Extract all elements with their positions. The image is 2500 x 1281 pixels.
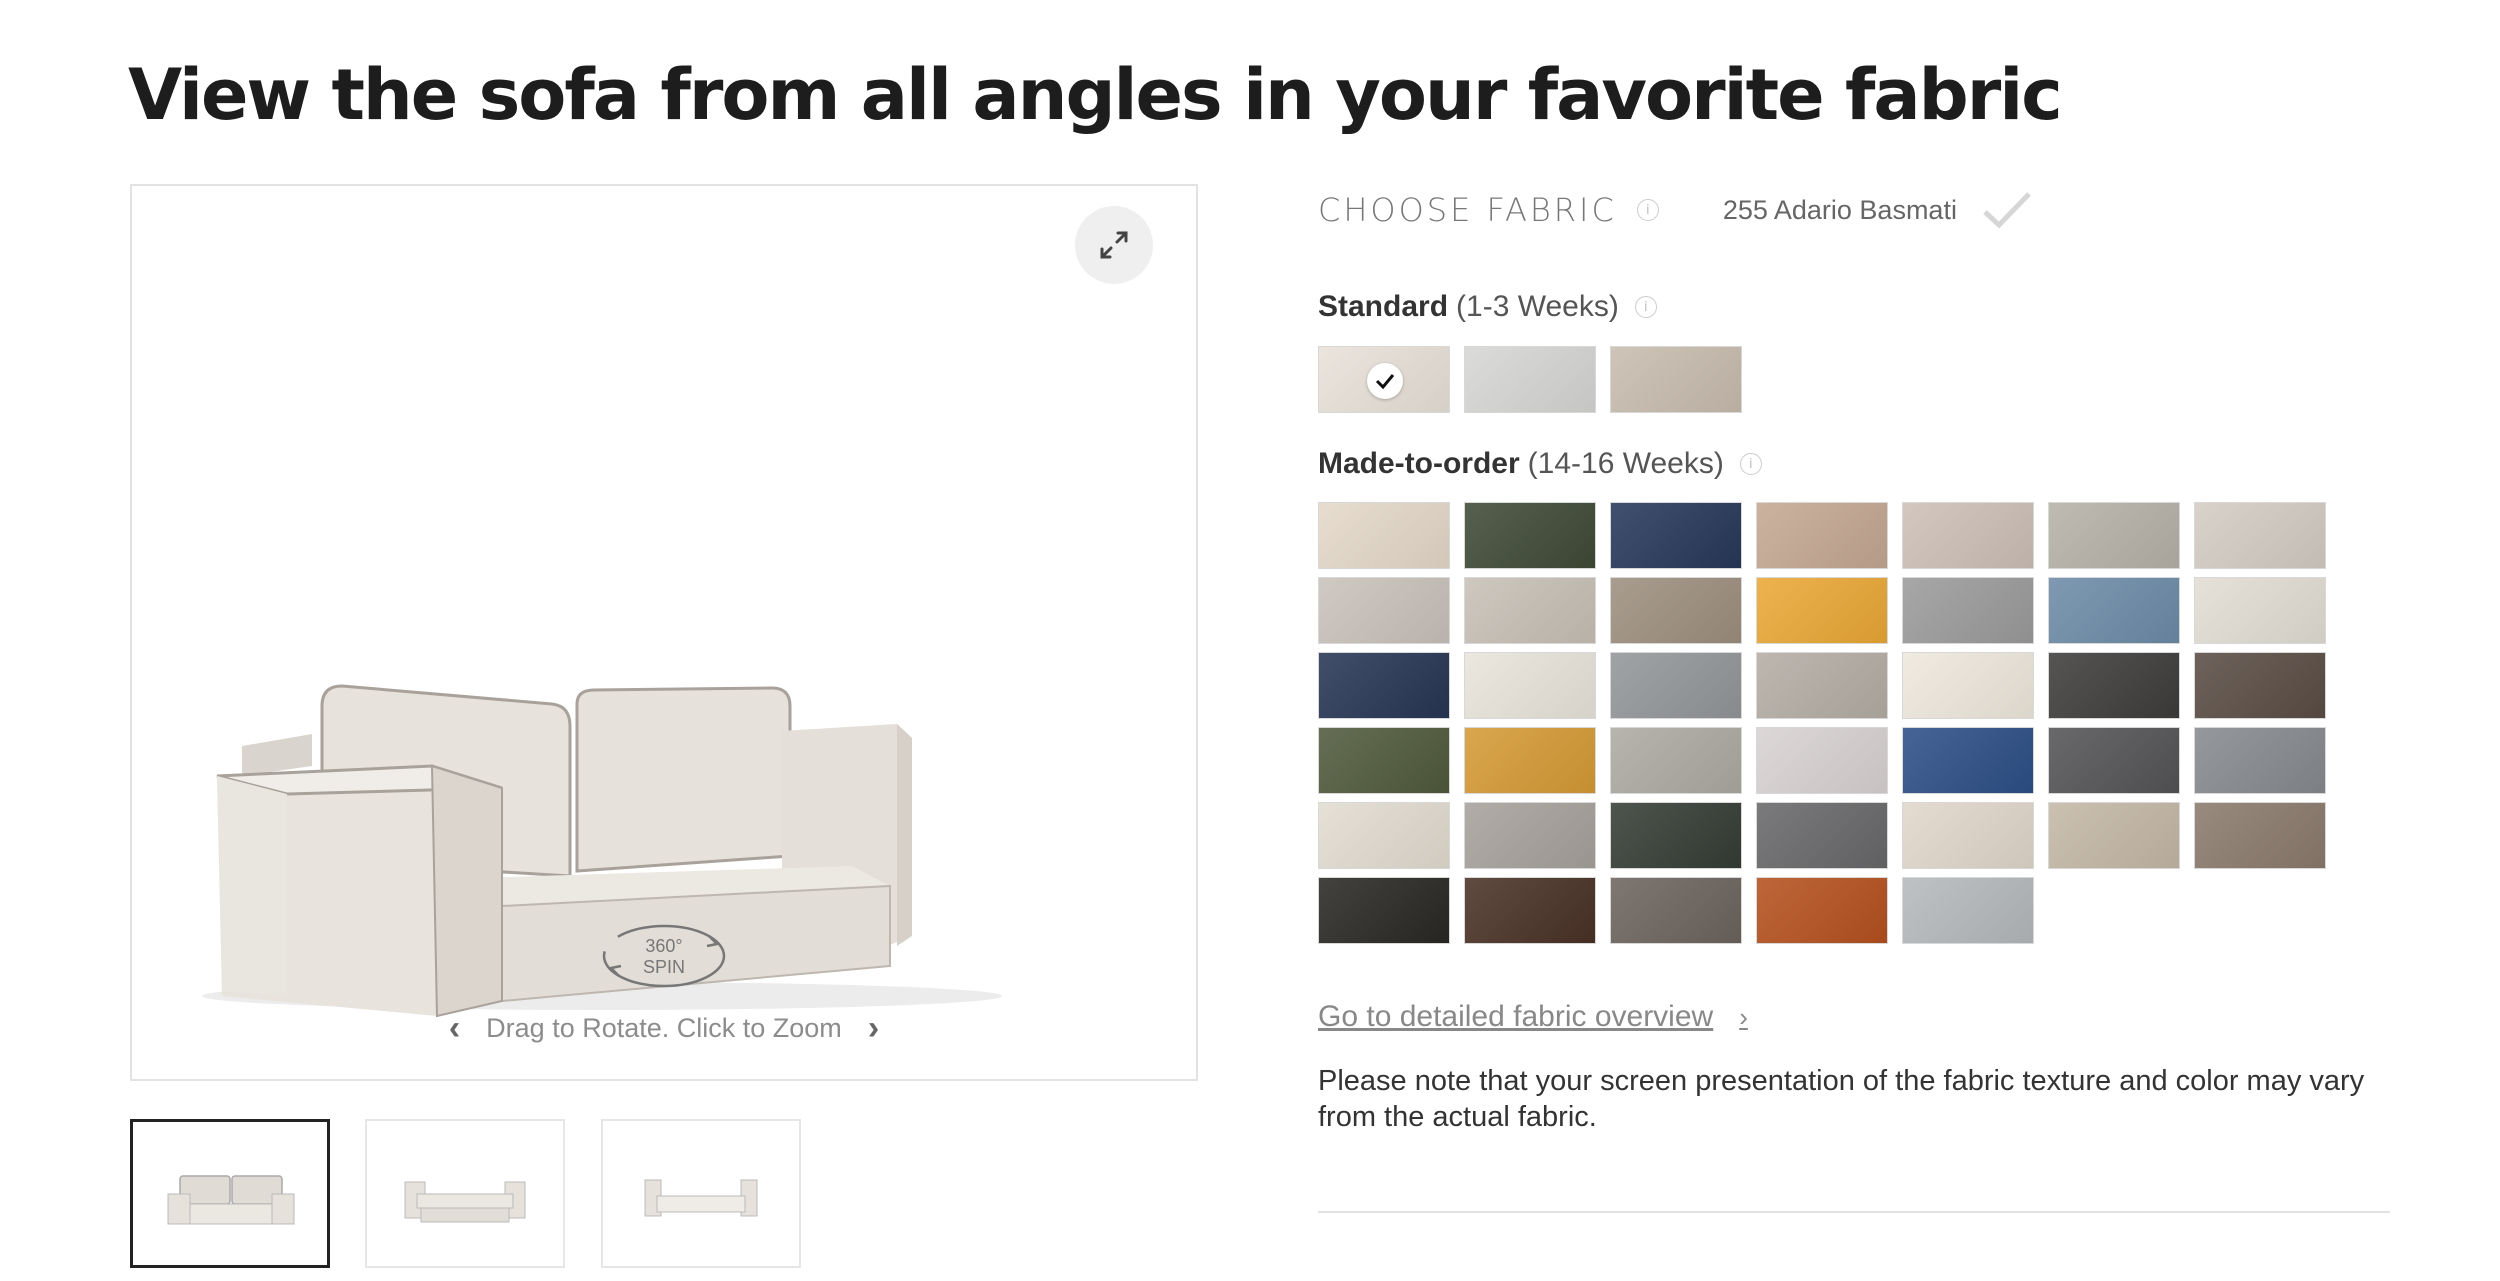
standard-swatch-grid (1318, 346, 1742, 413)
info-icon[interactable]: i (1636, 199, 1659, 221)
made-to-order-fabric-swatch[interactable] (2048, 802, 2180, 869)
made-to-order-fabric-swatch[interactable] (1610, 727, 1742, 794)
made-to-order-swatch-grid (1318, 502, 2326, 944)
made-to-order-fabric-swatch[interactable] (2048, 577, 2180, 644)
made-to-order-fabric-swatch[interactable] (1902, 577, 2034, 644)
thumbnail-front[interactable] (130, 1119, 330, 1268)
spin-360-icon: 360° SPIN (599, 916, 729, 1001)
expand-arrows-icon (1100, 231, 1128, 259)
made-to-order-fabric-swatch[interactable] (1610, 577, 1742, 644)
sofa-thumbnail-image (167, 1174, 295, 1224)
sofa-bed-thumbnail-image (404, 1181, 526, 1222)
made-to-order-fabric-swatch[interactable] (1318, 877, 1450, 944)
made-to-order-fabric-swatch[interactable] (1464, 502, 1596, 569)
made-to-order-fabric-swatch[interactable] (2194, 502, 2326, 569)
standard-label: Standard (1318, 290, 1449, 323)
standard-lead-time: (1-3 Weeks) (1456, 290, 1619, 323)
made-to-order-fabric-swatch[interactable] (1902, 877, 2034, 944)
info-icon[interactable]: i (1634, 296, 1657, 318)
drag-hint-text: Drag to Rotate. Click to Zoom (486, 1012, 842, 1043)
fabric-overview-link[interactable]: Go to detailed fabric overview › (1318, 1000, 1748, 1034)
made-to-order-fabric-swatch[interactable] (1464, 577, 1596, 644)
made-to-order-fabric-swatch[interactable] (1464, 652, 1596, 719)
standard-fabric-swatch[interactable] (1464, 346, 1596, 413)
made-to-order-fabric-swatch[interactable] (1756, 652, 1888, 719)
fabric-overview-link-text[interactable]: Go to detailed fabric overview (1318, 1000, 1713, 1034)
made-to-order-fabric-swatch[interactable] (2194, 802, 2326, 869)
made-to-order-label: Made-to-order (1318, 447, 1520, 480)
made-to-order-fabric-swatch[interactable] (1318, 502, 1450, 569)
info-icon[interactable]: i (1739, 453, 1762, 475)
chevron-right-icon: › (1739, 1001, 1748, 1032)
made-to-order-fabric-swatch[interactable] (2048, 652, 2180, 719)
made-to-order-fabric-swatch[interactable] (1464, 802, 1596, 869)
made-to-order-fabric-swatch[interactable] (1902, 727, 2034, 794)
checkmark-icon (1983, 192, 2031, 229)
spin-degree-text: 360° (645, 936, 682, 956)
choose-fabric-row: CHOOSE FABRIC i 255 Adario Basmati (1318, 190, 2033, 230)
page-title: View the sofa from all angles in your fa… (128, 54, 2063, 136)
made-to-order-fabric-swatch[interactable] (1902, 802, 2034, 869)
made-to-order-fabric-swatch[interactable] (2048, 727, 2180, 794)
made-to-order-fabric-swatch[interactable] (1464, 727, 1596, 794)
made-to-order-fabric-swatch[interactable] (1610, 802, 1742, 869)
made-to-order-fabric-swatch[interactable] (1756, 577, 1888, 644)
fabric-disclaimer: Please note that your screen presentatio… (1318, 1065, 2365, 1133)
thumbnail-bed-open[interactable] (365, 1119, 565, 1268)
divider (1318, 1211, 2390, 1213)
made-to-order-fabric-swatch[interactable] (1902, 652, 2034, 719)
made-to-order-fabric-swatch[interactable] (1318, 727, 1450, 794)
drag-hint: ‹ Drag to Rotate. Click to Zoom › (132, 1011, 1196, 1045)
made-to-order-fabric-swatch[interactable] (1464, 877, 1596, 944)
product-viewer[interactable]: 360° SPIN ‹ Drag to Rotate. Click to Zoo… (130, 184, 1198, 1081)
selected-fabric-name: 255 Adario Basmati (1722, 194, 1957, 225)
made-to-order-fabric-swatch[interactable] (1610, 652, 1742, 719)
made-to-order-fabric-swatch[interactable] (1318, 802, 1450, 869)
chevron-left-icon[interactable]: ‹ (449, 1011, 460, 1045)
thumbnail-bed-flat[interactable] (601, 1119, 801, 1268)
made-to-order-fabric-swatch[interactable] (1756, 727, 1888, 794)
spin-label-text: SPIN (643, 957, 685, 977)
made-to-order-fabric-swatch[interactable] (2194, 727, 2326, 794)
checkmark-icon (1367, 363, 1403, 399)
made-to-order-fabric-swatch[interactable] (1756, 877, 1888, 944)
made-to-order-fabric-swatch[interactable] (1902, 502, 2034, 569)
made-to-order-fabric-swatch[interactable] (2048, 502, 2180, 569)
standard-fabric-swatch[interactable] (1610, 346, 1742, 413)
made-to-order-fabric-swatch[interactable] (1318, 577, 1450, 644)
made-to-order-lead-time: (14-16 Weeks) (1527, 447, 1724, 480)
standard-heading: Standard (1-3 Weeks) i (1318, 290, 1657, 324)
made-to-order-fabric-swatch[interactable] (1610, 877, 1742, 944)
chevron-right-icon[interactable]: › (868, 1011, 879, 1045)
made-to-order-fabric-swatch[interactable] (1610, 502, 1742, 569)
made-to-order-fabric-swatch[interactable] (1756, 802, 1888, 869)
made-to-order-fabric-swatch[interactable] (1318, 652, 1450, 719)
made-to-order-fabric-swatch[interactable] (2194, 652, 2326, 719)
sofa-flat-thumbnail-image (644, 1179, 758, 1216)
made-to-order-fabric-swatch[interactable] (2194, 577, 2326, 644)
choose-fabric-label: CHOOSE FABRIC (1318, 191, 1617, 229)
standard-fabric-swatch[interactable] (1318, 346, 1450, 413)
fullscreen-button[interactable] (1075, 206, 1153, 284)
made-to-order-heading: Made-to-order (14-16 Weeks) i (1318, 447, 1762, 481)
made-to-order-fabric-swatch[interactable] (1756, 502, 1888, 569)
